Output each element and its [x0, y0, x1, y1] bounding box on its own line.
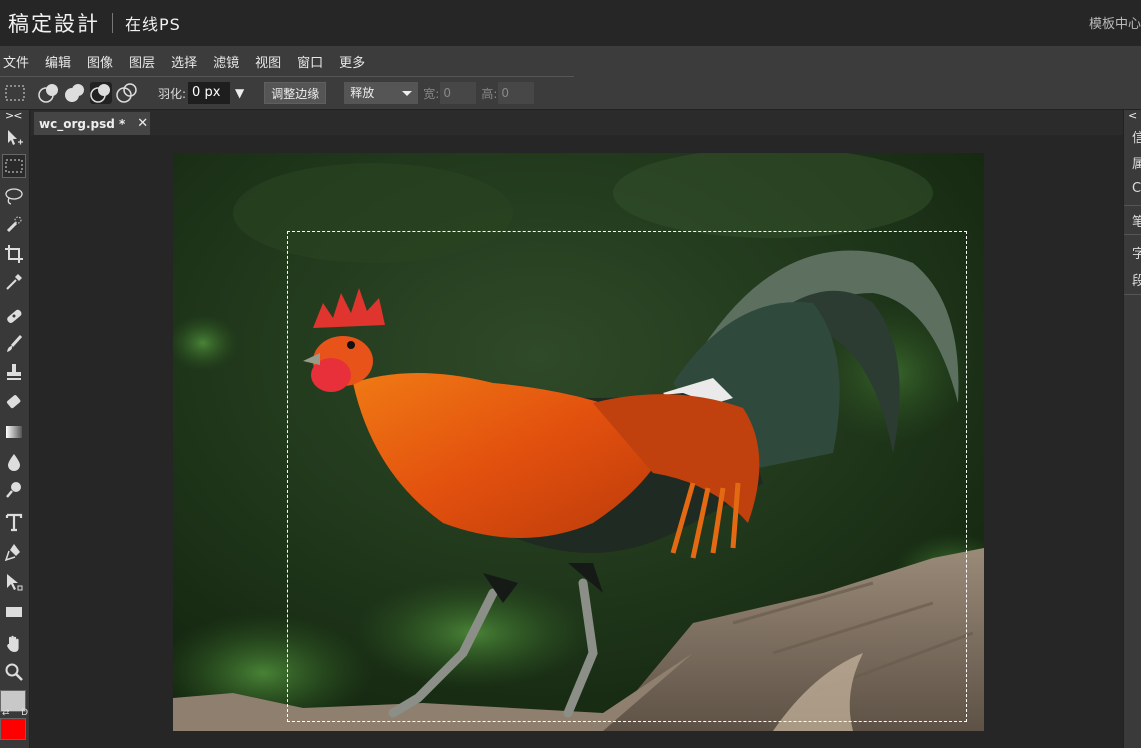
style-select[interactable]: 释放	[344, 82, 419, 104]
canvas-workspace	[31, 135, 1123, 748]
text-tool-icon[interactable]	[2, 510, 26, 534]
zoom-tool-icon[interactable]	[2, 660, 26, 684]
collapse-toolbar-icon[interactable]: ><	[5, 109, 22, 122]
new-selection-icon[interactable]	[38, 82, 60, 104]
feather-input[interactable]: 0 px	[188, 82, 231, 104]
panel-divider	[1124, 234, 1141, 235]
marquee-tool-icon[interactable]	[2, 154, 26, 178]
default-colors-button[interactable]: D	[21, 708, 28, 718]
menu-layer[interactable]: 图层	[126, 52, 163, 71]
quick-select-tool-icon[interactable]	[2, 212, 26, 236]
pen-tool-icon[interactable]	[2, 540, 26, 564]
close-icon[interactable]: ✕	[137, 116, 148, 131]
width-label: 宽:	[423, 86, 440, 101]
move-tool-icon[interactable]	[2, 126, 26, 150]
marquee-selection[interactable]	[287, 231, 967, 722]
healing-tool-icon[interactable]	[2, 304, 26, 328]
subtract-selection-icon[interactable]	[90, 82, 112, 104]
feather-label: 羽化:	[158, 86, 187, 101]
blur-tool-icon[interactable]	[2, 450, 26, 474]
product-name: 在线PS	[125, 15, 181, 34]
menu-bar: 文件 编辑 图像 图层 选择 滤镜 视图 窗口 更多	[0, 46, 1141, 77]
path-select-tool-icon[interactable]	[2, 570, 26, 594]
panel-brush[interactable]: 笔	[1132, 211, 1141, 230]
menu-filter[interactable]: 滤镜	[210, 52, 247, 71]
panel-properties[interactable]: 属	[1132, 153, 1141, 172]
panel-info[interactable]: 信	[1132, 127, 1141, 146]
menu-select[interactable]: 选择	[168, 52, 205, 71]
rectangle-tool-icon[interactable]	[2, 600, 26, 624]
marquee-shape-icon[interactable]	[4, 82, 26, 104]
document-tab[interactable]: wc_org.psd * ✕	[34, 112, 150, 135]
menu-image[interactable]: 图像	[84, 52, 121, 71]
document-tab-bar: wc_org.psd * ✕	[31, 110, 1123, 135]
intersect-selection-icon[interactable]	[116, 82, 138, 104]
stamp-tool-icon[interactable]	[2, 360, 26, 384]
panel-divider	[1124, 294, 1141, 295]
height-label: 高:	[481, 86, 498, 101]
menu-file[interactable]: 文件	[0, 52, 37, 71]
background-color-swatch[interactable]	[0, 718, 26, 740]
dodge-tool-icon[interactable]	[2, 478, 26, 502]
hand-tool-icon[interactable]	[2, 632, 26, 656]
refine-edge-button[interactable]: 调整边缘	[264, 82, 327, 104]
brush-tool-icon[interactable]	[2, 332, 26, 356]
crop-tool-icon[interactable]	[2, 242, 26, 266]
menu-window[interactable]: 窗口	[294, 52, 331, 71]
menu-more[interactable]: 更多	[336, 52, 373, 71]
template-center-link[interactable]: 模板中心	[1089, 13, 1141, 32]
tools-panel: >< ⇄ D	[0, 109, 30, 748]
add-selection-icon[interactable]	[64, 82, 86, 104]
swap-colors-icon[interactable]: ⇄	[2, 708, 10, 718]
menu-view[interactable]: 视图	[252, 52, 289, 71]
brand-divider	[112, 13, 113, 33]
title-bar: 稿定設計 在线PS 模板中心	[0, 0, 1141, 46]
eraser-tool-icon[interactable]	[2, 390, 26, 414]
menu-edit[interactable]: 编辑	[42, 52, 79, 71]
eyedropper-tool-icon[interactable]	[2, 270, 26, 294]
collapse-right-panel-icon[interactable]: <	[1128, 109, 1137, 122]
style-select-value: 释放	[350, 86, 375, 100]
tab-label: wc_org.psd *	[39, 116, 126, 131]
panel-character[interactable]: 字	[1132, 243, 1141, 262]
lasso-tool-icon[interactable]	[2, 184, 26, 208]
panel-paragraph[interactable]: 段	[1132, 270, 1141, 289]
height-input[interactable]: 0	[498, 82, 535, 104]
color-swap-controls[interactable]: ⇄ D	[0, 708, 30, 718]
right-panel: < 信 属 C 笔 字 段	[1123, 109, 1141, 748]
panel-divider	[1124, 205, 1141, 206]
panel-c[interactable]: C	[1132, 181, 1141, 196]
feather-dropdown-icon[interactable]: ▼	[235, 86, 244, 100]
gradient-tool-icon[interactable]	[2, 420, 26, 444]
options-bar: 羽化: 0 px ▼ 调整边缘 释放 宽: 0 高: 0	[0, 77, 1141, 110]
app-window: 稿定設計 在线PS 模板中心 文件 编辑 图像 图层 选择 滤镜 视图 窗口 更…	[0, 0, 1141, 748]
brand-logo[interactable]: 稿定設計	[0, 8, 100, 38]
width-input[interactable]: 0	[440, 82, 477, 104]
chevron-down-icon	[402, 91, 413, 96]
